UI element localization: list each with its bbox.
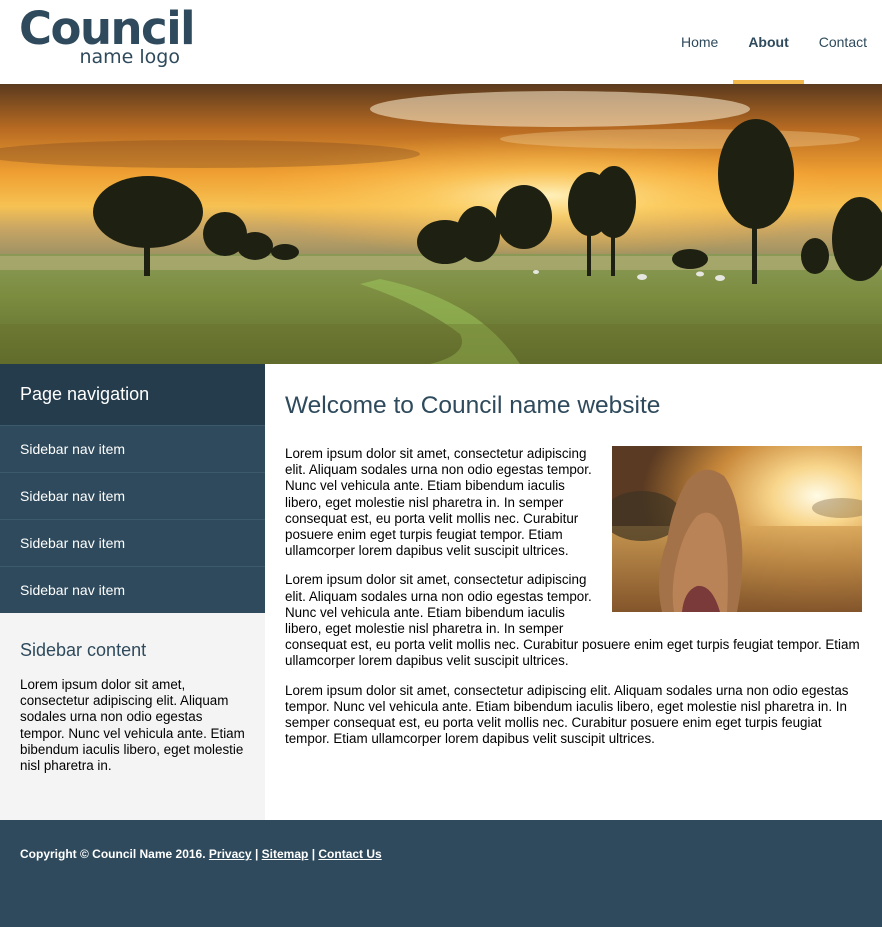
nav-home[interactable]: Home	[666, 0, 733, 84]
copyright-text: Copyright © Council Name 2016.	[20, 847, 206, 861]
sidebar-content-text: Lorem ipsum dolor sit amet, consectetur …	[20, 677, 245, 774]
main-content: Welcome to Council name website Lorem ip…	[265, 364, 882, 820]
contact-us-link[interactable]: Contact Us	[318, 847, 381, 861]
nav-about[interactable]: About	[733, 0, 805, 84]
footer-separator: |	[254, 847, 259, 861]
footer-copyright-line: Copyright © Council Name 2016. Privacy |…	[20, 847, 382, 861]
privacy-link[interactable]: Privacy	[209, 847, 252, 861]
sitemap-link[interactable]: Sitemap	[262, 847, 309, 861]
hero-landscape-image	[0, 84, 882, 364]
logo-sub-text: name logo	[79, 46, 180, 68]
nav-contact[interactable]: Contact	[804, 0, 882, 84]
hero-banner	[0, 84, 882, 364]
main-paragraph: Lorem ipsum dolor sit amet, consectetur …	[285, 682, 849, 747]
council-logo[interactable]: Council name logo	[19, 6, 196, 72]
girl-in-field-image	[612, 446, 862, 612]
sidebar-nav-item[interactable]: Sidebar nav item	[0, 472, 265, 519]
footer-separator: |	[311, 847, 316, 861]
sidebar-nav-item[interactable]: Sidebar nav item	[0, 519, 265, 566]
sidebar-content-title: Sidebar content	[20, 640, 147, 660]
sidebar-content: Sidebar content Lorem ipsum dolor sit am…	[0, 613, 265, 774]
sidebar: Page navigation Sidebar nav item Sidebar…	[0, 364, 265, 820]
site-header: Council name logo Home About Contact	[0, 0, 882, 84]
page-title: Welcome to Council name website	[285, 392, 661, 419]
sidebar-nav-item[interactable]: Sidebar nav item	[0, 425, 265, 472]
site-footer: Copyright © Council Name 2016. Privacy |…	[0, 820, 882, 927]
page-navigation-title: Page navigation	[0, 364, 265, 425]
main-nav: Home About Contact	[666, 0, 882, 84]
sidebar-nav-item[interactable]: Sidebar nav item	[0, 566, 265, 613]
